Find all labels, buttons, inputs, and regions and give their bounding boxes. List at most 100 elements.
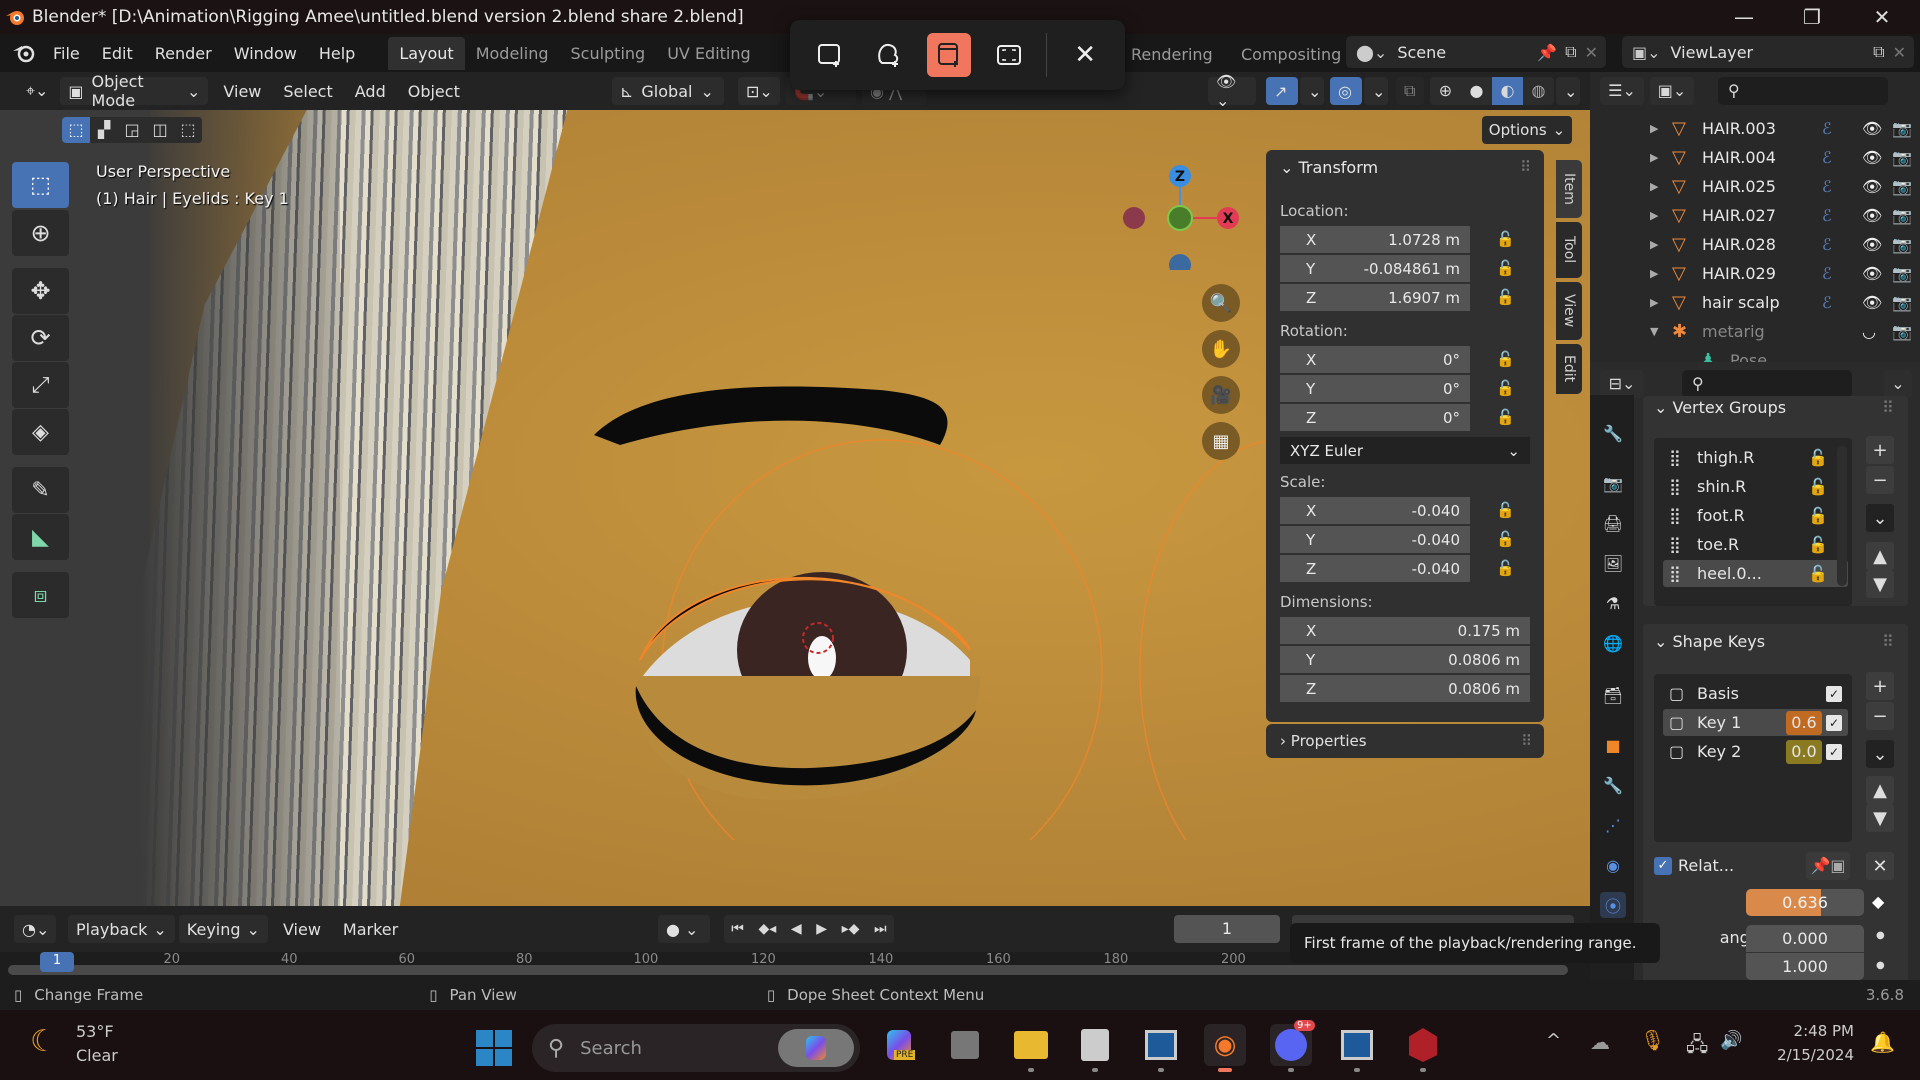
world-properties-tab[interactable]: 🌐 xyxy=(1600,630,1626,656)
expand-arrow-icon[interactable]: ▶ xyxy=(1650,238,1664,251)
sidebar-tab-item[interactable]: Item xyxy=(1556,160,1582,218)
lock-icon[interactable]: 🔓 xyxy=(1496,288,1515,306)
shape-key-value[interactable]: 0.6 xyxy=(1786,710,1822,735)
shading-dropdown[interactable]: ⌄ xyxy=(1556,77,1580,105)
lock-icon[interactable]: 🔓 xyxy=(1496,408,1515,426)
location-y-field[interactable]: Y -0.084861 m xyxy=(1280,255,1470,282)
rotation-x-field[interactable]: X 0° xyxy=(1280,346,1470,373)
zoom-view-button[interactable]: 🔍 xyxy=(1202,284,1240,322)
jump-to-start-icon[interactable]: ⏮ xyxy=(731,921,744,937)
eye-icon[interactable]: 👁 xyxy=(1862,177,1892,196)
transform-header[interactable]: ⌄ Transform xyxy=(1280,158,1378,177)
move-vertex-group-down-button[interactable]: ▼ xyxy=(1866,570,1894,598)
remove-shape-key-button[interactable]: − xyxy=(1866,702,1894,730)
scene-name[interactable]: Scene xyxy=(1397,43,1537,62)
menu-file[interactable]: File xyxy=(42,44,91,63)
camera-view-button[interactable]: 🎥 xyxy=(1202,376,1240,414)
keyframe-dot-icon[interactable]: ● xyxy=(1876,930,1885,941)
eye-icon[interactable]: 👁 xyxy=(1862,235,1892,254)
outliner-row[interactable]: ▼ ✱ metarig ◡ 📷 xyxy=(1590,317,1920,346)
vertex-group-row[interactable]: ⣿ toe.R 🔓 xyxy=(1663,531,1848,558)
moon-weather-icon[interactable]: ☾ xyxy=(30,1024,57,1059)
add-shape-key-button[interactable]: + xyxy=(1866,672,1894,700)
select-box-tool[interactable]: ⬚ xyxy=(12,162,69,208)
shape-key-row[interactable]: ▢ Basis ✓ xyxy=(1663,680,1848,707)
eye-icon[interactable]: 👁 xyxy=(1862,293,1892,312)
max-field[interactable]: 1.000 xyxy=(1746,953,1864,980)
scale-y-field[interactable]: Y -0.040 xyxy=(1280,526,1470,553)
menu-render[interactable]: Render xyxy=(144,44,223,63)
delete-view-layer-icon[interactable]: ✕ xyxy=(1893,43,1906,62)
vertex-group-row[interactable]: ⣿ foot.R 🔓 xyxy=(1663,502,1848,529)
viewport-menu-view[interactable]: View xyxy=(212,82,272,101)
auto-keying-toggle[interactable]: ● ⌄ xyxy=(658,915,710,943)
transform-orientation-selector[interactable]: ⊾ Global ⌄ xyxy=(612,77,724,105)
outliner-search-input[interactable]: ⚲ xyxy=(1718,77,1888,105)
annotate-tool[interactable]: ✎ xyxy=(12,467,69,513)
restore-button[interactable]: ❐ xyxy=(1782,0,1842,34)
vertex-group-scrollbar[interactable] xyxy=(1837,446,1847,586)
menu-window[interactable]: Window xyxy=(223,44,308,63)
viewport-menu-select[interactable]: Select xyxy=(272,82,343,101)
gizmo-neg-x[interactable] xyxy=(1123,207,1145,229)
shape-key-enabled-checkbox[interactable]: ✓ xyxy=(1826,743,1842,760)
new-view-layer-icon[interactable]: ⧉ xyxy=(1873,42,1884,62)
select-extend-icon[interactable]: ▞ xyxy=(90,117,118,143)
camera-render-icon[interactable]: 📷 xyxy=(1892,235,1912,254)
close-window-button[interactable]: ✕ xyxy=(1852,0,1912,34)
lock-icon[interactable]: 🔓 xyxy=(1496,379,1515,397)
camera-render-icon[interactable]: 📷 xyxy=(1892,264,1912,283)
collection-properties-tab[interactable]: 🗃 xyxy=(1600,682,1626,708)
expand-arrow-icon[interactable]: ▶ xyxy=(1650,151,1664,164)
properties-search-input[interactable]: ⚲ xyxy=(1682,370,1852,398)
new-scene-icon[interactable]: ⧉ xyxy=(1565,42,1576,62)
sidebar-tab-tool[interactable]: Tool xyxy=(1556,222,1582,278)
show-hidden-icons-chevron[interactable]: ^ xyxy=(1546,1030,1561,1051)
drag-handle-icon[interactable]: ⠿ xyxy=(1520,158,1531,176)
playback-menu[interactable]: Playback ⌄ xyxy=(68,915,175,943)
lock-icon[interactable]: 🔓 xyxy=(1496,259,1515,277)
play-reverse-icon[interactable]: ◀ xyxy=(791,921,802,937)
expand-arrow-icon[interactable]: ▶ xyxy=(1650,122,1664,135)
eye-icon[interactable]: 👁 xyxy=(1862,206,1892,225)
physics-properties-tab[interactable]: ◉ xyxy=(1600,852,1626,878)
gizmo-neg-z[interactable] xyxy=(1169,254,1191,270)
select-invert-icon[interactable]: ◫ xyxy=(146,117,174,143)
shape-key-row[interactable]: ▢ Key 1 0.6 ✓ xyxy=(1663,709,1848,736)
gizmo-y[interactable] xyxy=(1167,205,1193,231)
fullscreen-snip-button[interactable] xyxy=(987,33,1031,77)
viewport-menu-object[interactable]: Object xyxy=(397,82,471,101)
move-shape-key-up-button[interactable]: ▲ xyxy=(1866,776,1894,804)
vertex-group-row[interactable]: ⣿ shin.R 🔓 xyxy=(1663,473,1848,500)
lock-icon[interactable]: 🔓 xyxy=(1496,501,1515,519)
collapse-arrow-icon[interactable]: ▼ xyxy=(1650,325,1664,338)
play-icon[interactable]: ▶ xyxy=(816,921,827,937)
move-shape-key-down-button[interactable]: ▼ xyxy=(1866,804,1894,832)
options-dropdown[interactable]: Options ⌄ xyxy=(1482,116,1572,144)
clear-shape-key-button[interactable]: ✕ xyxy=(1866,852,1894,880)
outliner-row[interactable]: ▶ ▽ HAIR.027 ℰ 👁 📷 xyxy=(1590,201,1920,230)
workspace-tab-compositing[interactable]: Compositing xyxy=(1230,38,1340,71)
taskbar-blender[interactable]: ◉ xyxy=(1204,1024,1246,1066)
keyframe-dot-icon[interactable]: ● xyxy=(1876,960,1885,971)
outliner-row[interactable]: ▶ ▽ HAIR.004 ℰ 👁 📷 xyxy=(1590,143,1920,172)
properties-editor-type-button[interactable]: ⊟⌄ xyxy=(1600,370,1644,398)
select-intersect-icon[interactable]: ⬚ xyxy=(174,117,202,143)
lock-icon[interactable]: 🔓 xyxy=(1808,448,1828,467)
remove-vertex-group-button[interactable]: − xyxy=(1866,466,1894,494)
scene-properties-tab[interactable]: ⚗ xyxy=(1600,590,1626,616)
dimensions-y-field[interactable]: Y 0.0806 m xyxy=(1280,646,1530,673)
copilot-search-button[interactable] xyxy=(778,1029,854,1067)
taskbar-ms-store[interactable] xyxy=(1074,1024,1116,1066)
outliner-row[interactable]: ▶ ▽ HAIR.025 ℰ 👁 📷 xyxy=(1590,172,1920,201)
lock-icon[interactable]: 🔓 xyxy=(1808,564,1828,583)
pivot-point-button[interactable]: ⊡⌄ xyxy=(738,77,780,105)
minimize-button[interactable]: — xyxy=(1714,0,1774,34)
pan-view-button[interactable]: ✋ xyxy=(1202,330,1240,368)
dimensions-x-field[interactable]: X 0.175 m xyxy=(1280,617,1530,644)
properties-subpanel-header[interactable]: › Properties ⠿ xyxy=(1266,724,1544,758)
camera-render-icon[interactable]: 📷 xyxy=(1892,293,1912,312)
drag-handle-icon[interactable]: ⠿ xyxy=(1882,398,1894,417)
keying-menu[interactable]: Keying ⌄ xyxy=(178,915,268,943)
sidebar-tab-edit[interactable]: Edit xyxy=(1556,344,1582,394)
